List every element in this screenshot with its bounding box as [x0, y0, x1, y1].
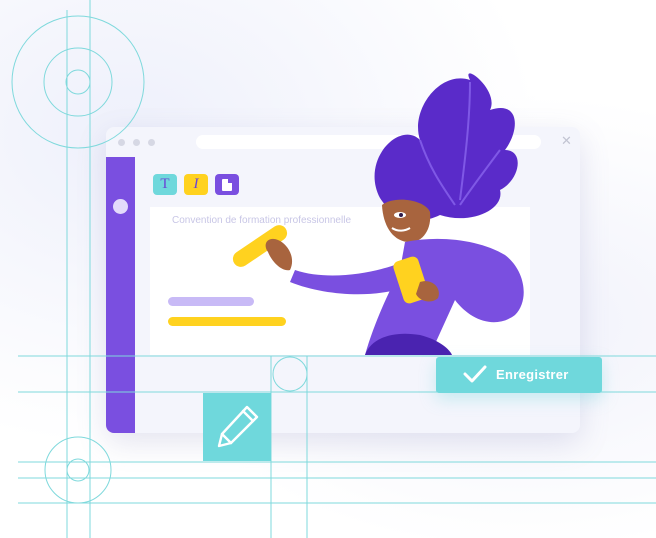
document-page[interactable]: Convention de formation professionnelle — [150, 207, 530, 355]
window-titlebar: ✕ — [106, 127, 580, 157]
sidebar — [106, 157, 135, 433]
document-icon — [222, 179, 232, 191]
text-line-placeholder — [168, 297, 254, 306]
address-bar[interactable] — [196, 135, 541, 149]
text-format-button[interactable]: T — [153, 174, 177, 195]
save-button[interactable]: Enregistrer — [436, 357, 602, 393]
edit-button[interactable] — [203, 393, 271, 461]
document-button[interactable] — [215, 174, 239, 195]
highlighted-text-line — [168, 317, 286, 326]
italic-format-button[interactable]: I — [184, 174, 208, 195]
close-icon[interactable]: ✕ — [561, 133, 572, 149]
checkmark-icon — [463, 365, 487, 383]
text-format-icon: T — [160, 176, 170, 192]
window-dot-icon[interactable] — [118, 139, 125, 146]
pencil-icon — [217, 405, 259, 448]
italic-format-icon: I — [193, 176, 199, 192]
save-button-label: Enregistrer — [496, 367, 569, 382]
window-dot-icon[interactable] — [148, 139, 155, 146]
document-title: Convention de formation professionnelle — [172, 215, 351, 226]
sidebar-avatar[interactable] — [113, 199, 128, 214]
window-dot-icon[interactable] — [133, 139, 140, 146]
